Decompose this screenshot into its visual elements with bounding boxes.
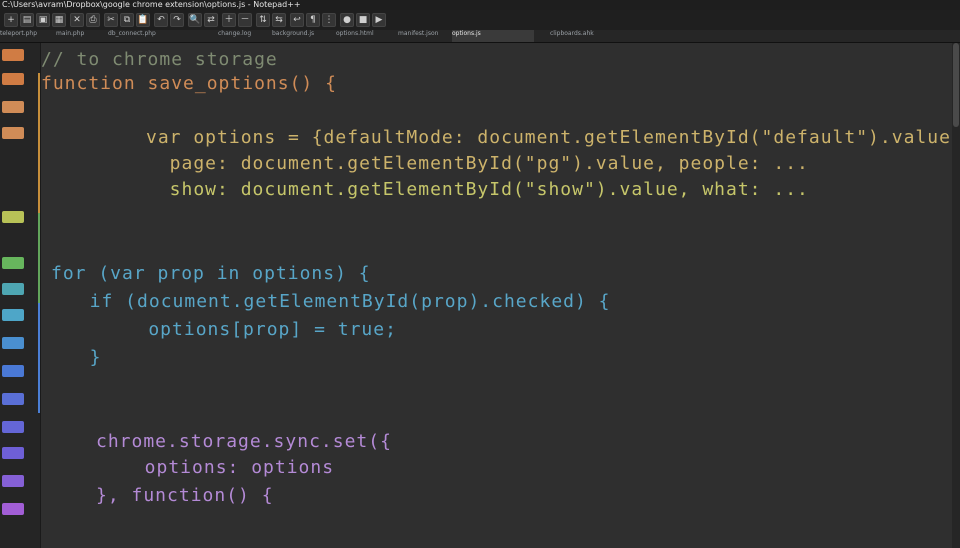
bookmark-marker[interactable]	[2, 421, 24, 433]
open-file-button[interactable]: ▤	[20, 13, 34, 27]
bookmark-marker[interactable]	[2, 309, 24, 321]
bookmark-marker[interactable]	[2, 475, 24, 487]
cut-button[interactable]: ✂	[104, 13, 118, 27]
scrollbar-thumb[interactable]	[953, 43, 959, 127]
close-button[interactable]: ✕	[70, 13, 84, 27]
undo-button[interactable]: ↶	[154, 13, 168, 27]
code-line: options[prop] = true;	[101, 319, 397, 340]
bookmark-marker[interactable]	[2, 211, 24, 223]
code-line: options: options	[121, 457, 335, 478]
bookmark-marker[interactable]	[2, 503, 24, 515]
vertical-scrollbar[interactable]	[952, 43, 960, 548]
code-line: show: document.getElementById("show").va…	[146, 179, 809, 200]
tab-options-js[interactable]: options.js	[452, 30, 534, 42]
bookmark-marker[interactable]	[2, 365, 24, 377]
save-button[interactable]: ▣	[36, 13, 50, 27]
tab-db-connect-php[interactable]: db_connect.php	[108, 30, 172, 42]
zoom-in-button[interactable]: ＋	[222, 13, 236, 27]
paste-button[interactable]: 📋	[136, 13, 150, 27]
code-line: for (var prop in options) {	[51, 263, 371, 284]
macro-play-button[interactable]: ▶	[372, 13, 386, 27]
code-line: page: document.getElementById("pg").valu…	[146, 153, 809, 174]
copy-button[interactable]: ⧉	[120, 13, 134, 27]
code-line: var options = {defaultMode: document.get…	[146, 127, 960, 148]
tab-clipboards-ahk[interactable]: clipboards.ahk	[550, 30, 628, 42]
redo-button[interactable]: ↷	[170, 13, 184, 27]
indent-guide-button[interactable]: ⋮	[322, 13, 336, 27]
window-title: C:\Users\avram\Dropbox\google chrome ext…	[2, 0, 301, 9]
tab-teleport-php[interactable]: teleport.php	[0, 30, 52, 42]
tab-main-php[interactable]: main.php	[56, 30, 106, 42]
bookmark-marker[interactable]	[2, 337, 24, 349]
sync-horizontal-button[interactable]: ⇆	[272, 13, 286, 27]
zoom-out-button[interactable]: －	[238, 13, 252, 27]
file-tab-bar: teleport.php main.php db_connect.php cha…	[0, 30, 960, 43]
code-editor[interactable]: // to chrome storage function save_optio…	[41, 43, 960, 548]
macro-stop-button[interactable]: ■	[356, 13, 370, 27]
bookmark-marker[interactable]	[2, 127, 24, 139]
macro-record-button[interactable]: ●	[340, 13, 354, 27]
new-file-button[interactable]: +	[4, 13, 18, 27]
print-button[interactable]: ⎙	[86, 13, 100, 27]
fold-marker-line	[38, 213, 40, 303]
bookmark-marker[interactable]	[2, 283, 24, 295]
bookmark-marker[interactable]	[2, 447, 24, 459]
tab-change-log[interactable]: change.log	[218, 30, 272, 42]
sync-vertical-button[interactable]: ⇅	[256, 13, 270, 27]
code-line: // to chrome storage	[41, 49, 278, 70]
code-line: function save_options() {	[41, 73, 337, 94]
tab-manifest-json[interactable]: manifest.json	[398, 30, 450, 42]
code-line: }	[66, 347, 102, 368]
tab-options-html[interactable]: options.html	[336, 30, 398, 42]
tab-background-js[interactable]: background.js	[272, 30, 334, 42]
bookmark-marker[interactable]	[2, 101, 24, 113]
title-bar: C:\Users\avram\Dropbox\google chrome ext…	[0, 0, 960, 10]
bookmark-marker[interactable]	[2, 73, 24, 85]
code-line: chrome.storage.sync.set({	[96, 431, 392, 452]
bookmark-marker[interactable]	[2, 49, 24, 61]
line-gutter	[0, 43, 41, 548]
code-line: }, function() {	[96, 485, 274, 506]
find-button[interactable]: 🔍	[188, 13, 202, 27]
toolbar: + ▤ ▣ ▦ ✕ ⎙ ✂ ⧉ 📋 ↶ ↷ 🔍 ⇄ ＋ － ⇅ ⇆ ↩ ¶ ⋮ …	[0, 10, 960, 31]
show-all-chars-button[interactable]: ¶	[306, 13, 320, 27]
notepadpp-window: C:\Users\avram\Dropbox\google chrome ext…	[0, 0, 960, 548]
fold-marker-line	[38, 73, 40, 213]
word-wrap-button[interactable]: ↩	[290, 13, 304, 27]
bookmark-marker[interactable]	[2, 393, 24, 405]
replace-button[interactable]: ⇄	[204, 13, 218, 27]
code-line: if (document.getElementById(prop).checke…	[66, 291, 611, 312]
bookmark-marker[interactable]	[2, 257, 24, 269]
fold-marker-line	[38, 303, 40, 413]
save-all-button[interactable]: ▦	[52, 13, 66, 27]
